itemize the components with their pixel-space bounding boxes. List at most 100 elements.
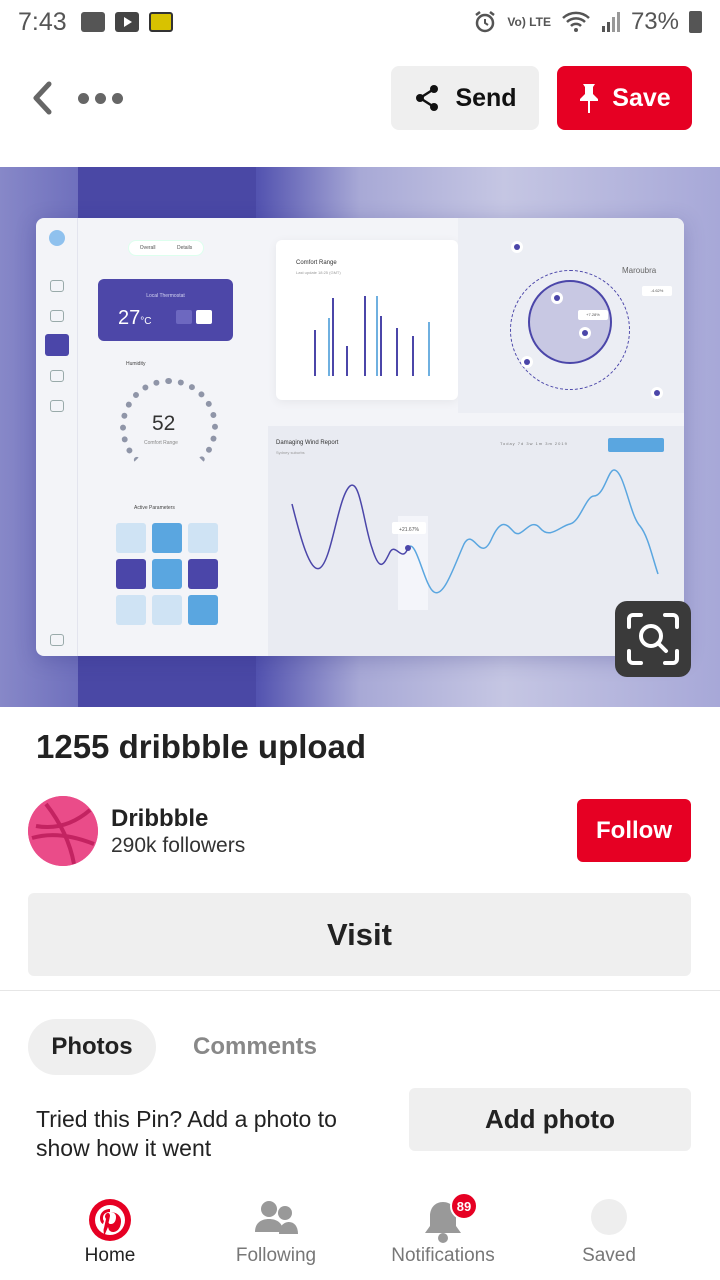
creator-name[interactable]: Dribbble — [111, 805, 208, 833]
dashboard-segment: Overall Details — [128, 240, 204, 256]
dashboard-map: Maroubra -4.62% +7.28% — [458, 218, 684, 413]
params-label: Active Parameters — [134, 505, 175, 511]
comfort-sub: Last update 18:25 (GMT) — [296, 270, 341, 275]
profile-avatar-icon — [591, 1199, 627, 1235]
add-photo-button[interactable]: Add photo — [409, 1088, 691, 1151]
param-sync-icon — [116, 523, 146, 553]
map-pin — [654, 390, 660, 396]
fan-icon — [176, 310, 192, 324]
thermostat-unit: °C — [140, 316, 152, 327]
wifi-icon — [562, 11, 590, 32]
tab-comments[interactable]: Comments — [172, 1019, 338, 1075]
map-label: Maroubra — [622, 266, 657, 275]
send-button[interactable]: Send — [391, 66, 539, 130]
map-pin — [554, 295, 560, 301]
youtube-icon — [114, 12, 139, 32]
nav-saved-label: Saved — [582, 1245, 636, 1266]
param-spray-icon — [188, 523, 218, 553]
status-time: 7:43 — [18, 7, 67, 36]
wind-line-light — [407, 469, 659, 594]
back-button[interactable] — [22, 78, 62, 118]
nav-saved[interactable]: Saved — [534, 1180, 684, 1280]
humidity-value: 52 — [152, 412, 176, 435]
wind-tooltip-label: +21.67% — [399, 527, 419, 533]
comfort-bar — [376, 296, 378, 376]
creator-avatar[interactable] — [28, 796, 98, 866]
map-pin — [582, 330, 588, 336]
lens-search-icon — [627, 613, 679, 665]
nav-notifications[interactable]: Notifications — [368, 1180, 518, 1280]
comfort-bar — [412, 336, 414, 376]
nav-home-label: Home — [84, 1245, 136, 1266]
edit-icon — [50, 310, 64, 322]
comfort-bar — [346, 346, 348, 376]
pushpin-icon — [580, 84, 599, 113]
sony-app-icon — [148, 12, 173, 32]
status-bar: 7:43 Vo) LTE 73% — [0, 0, 720, 44]
nav-notifications-label: Notifications — [391, 1245, 495, 1266]
comfort-title: Comfort Range — [296, 260, 337, 266]
map-pin — [524, 359, 530, 365]
follow-button[interactable]: Follow — [577, 799, 691, 862]
chevron-left-icon — [33, 81, 52, 115]
thermostat-card: Local Thermostat 27°C — [98, 279, 233, 341]
dashboard-logo — [49, 230, 65, 246]
param-ac-icon — [116, 595, 146, 625]
more-dot — [112, 92, 123, 104]
more-options-button[interactable] — [78, 84, 128, 112]
nav-following[interactable]: Following — [201, 1180, 351, 1280]
wind-title: Damaging Wind Report — [276, 440, 339, 446]
comfort-bar — [380, 316, 382, 376]
battery-percent: 73% — [630, 8, 679, 35]
dribbble-logo-icon — [28, 796, 98, 866]
pin-title: 1255 dribbble upload — [36, 728, 367, 765]
param-target-icon — [152, 523, 182, 553]
tried-pin-text: Tried this Pin? Add a photo to show how … — [36, 1106, 337, 1161]
param-fan-icon — [152, 595, 182, 625]
param-night-icon — [116, 559, 146, 589]
layers-icon — [45, 334, 69, 356]
wind-point — [405, 545, 411, 551]
wind-download-button — [608, 438, 664, 452]
save-button[interactable]: Save — [557, 66, 692, 130]
wind-line-dark — [291, 484, 409, 570]
dashboard-mockup: Overall Details Local Thermostat 27°C Hu… — [36, 218, 684, 656]
user-icon — [50, 280, 64, 292]
humidity-label: Humidity — [126, 361, 146, 367]
wind-sub: Sydney suburbs — [276, 450, 305, 455]
bottom-nav: Home Following Notifications Saved — [0, 1180, 720, 1280]
visual-search-button[interactable] — [615, 601, 691, 677]
share-icon — [416, 85, 439, 111]
people-icon — [255, 1201, 298, 1234]
status-right: Vo) LTE 73% — [473, 8, 702, 36]
map-tag: +7.28% — [578, 310, 608, 320]
gallery-icon — [80, 12, 105, 32]
inbox-icon — [50, 400, 64, 412]
comfort-bar — [428, 322, 430, 376]
dashboard-sidebar — [36, 218, 78, 656]
comfort-bar — [396, 328, 398, 376]
comfort-bar — [328, 318, 330, 376]
alarm-icon — [475, 11, 496, 33]
sliders-icon — [50, 370, 64, 382]
nav-home[interactable]: Home — [35, 1180, 185, 1280]
wind-period-tabs: Today 7d 3w 1m 3m 2019 — [500, 441, 568, 446]
section-divider — [0, 990, 720, 991]
param-snow-icon — [188, 595, 218, 625]
segment-details: Details — [176, 245, 193, 251]
pinterest-logo-icon — [89, 1199, 131, 1241]
wind-chart: +21.67% — [291, 469, 659, 610]
tab-photos[interactable]: Photos — [28, 1019, 156, 1075]
thermostat-temp-value: 27 — [118, 307, 141, 329]
send-label: Send — [455, 83, 517, 112]
visit-button[interactable]: Visit — [28, 893, 691, 976]
nav-following-label: Following — [235, 1245, 317, 1266]
comfort-bar — [314, 330, 316, 376]
map-range-core — [528, 280, 612, 364]
logout-icon — [50, 634, 64, 646]
pin-actionbar: Send Save — [0, 60, 720, 136]
pin-image[interactable]: Overall Details Local Thermostat 27°C Hu… — [0, 167, 720, 707]
comfort-bar — [332, 298, 334, 376]
more-dot — [95, 92, 106, 104]
comfort-range-card: Comfort Range Last update 18:25 (GMT) — [276, 240, 458, 400]
